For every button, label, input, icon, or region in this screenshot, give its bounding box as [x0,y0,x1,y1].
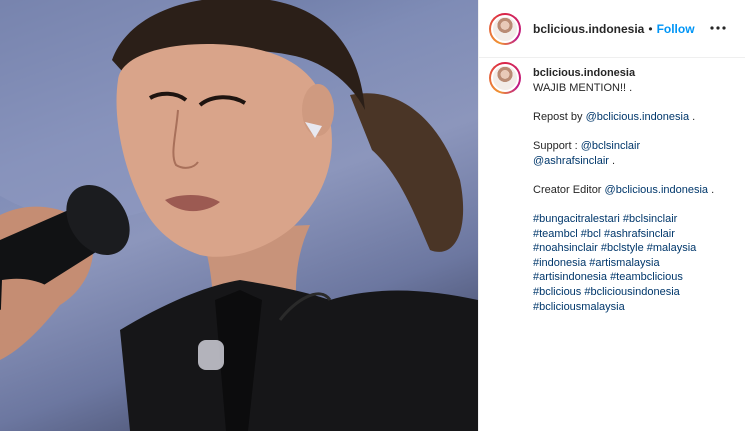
post-photo[interactable] [0,0,478,431]
hashtag-link[interactable]: #artisindonesia [533,271,607,283]
post-side-panel: bclicious.indonesia • Follow bclicious.i… [478,0,745,431]
hashtag-link[interactable]: #noahsinclair [533,242,598,254]
post-header: bclicious.indonesia • Follow [479,0,745,58]
singer-photo-illustration [0,0,478,431]
hashtags-line-2: #teambcl #bcl #ashrafsinclair [533,227,714,242]
repost-handle-link[interactable]: @bclicious.indonesia [586,111,690,123]
hashtags-line-7: #bcliciousmalaysia [533,300,714,315]
avatar[interactable] [489,12,521,45]
caption-line-1: WAJIB MENTION!! . [533,81,633,94]
caption-support-2: @ashrafsinclair . [533,154,616,167]
hashtags-line-6: #bclicious #bcliciousindonesia [533,285,714,300]
separator-dot: • [648,21,653,36]
hashtags-line-5: #artisindonesia #teambclicious [533,270,714,285]
hashtag-link[interactable]: #artismalaysia [589,257,659,269]
header-username[interactable]: bclicious.indonesia [533,22,644,36]
more-dots-icon[interactable] [708,18,728,38]
hashtag-link[interactable]: #teambcl [533,228,578,240]
hashtag-link[interactable]: #bcliciousindonesia [584,286,679,298]
hashtag-link[interactable]: #bclsinclair [623,213,677,225]
hashtag-link[interactable]: #teambclicious [610,271,683,283]
hashtags-line-4: #indonesia #artismalaysia [533,256,714,271]
hashtag-link[interactable]: #bungacitralestari [533,213,620,225]
caption-avatar[interactable] [489,62,521,94]
hashtags-line-3: #noahsinclair #bclstyle #malaysia [533,241,714,256]
instagram-post: bclicious.indonesia • Follow bclicious.i… [0,0,745,431]
hashtag-link[interactable]: #bclstyle [601,242,644,254]
caption-editor: Creator Editor @bclicious.indonesia . [533,183,715,196]
hashtag-link[interactable]: #ashrafsinclair [604,228,675,240]
caption-repost: Repost by @bclicious.indonesia . [533,110,696,123]
caption-support: Support : @bclsinclair [533,139,641,152]
editor-handle-link[interactable]: @bclicious.indonesia [605,184,709,196]
caption-text: bclicious.indonesia WAJIB MENTION!! . Re… [533,62,714,314]
caption-block: bclicious.indonesia WAJIB MENTION!! . Re… [479,58,745,314]
caption-username[interactable]: bclicious.indonesia [533,66,714,81]
hashtag-link[interactable]: #bcliciousmalaysia [533,301,625,313]
hashtag-link[interactable]: #indonesia [533,257,586,269]
support-handle-link-2[interactable]: @ashrafsinclair [533,155,609,167]
follow-button[interactable]: Follow [657,22,695,36]
hashtag-link[interactable]: #malaysia [647,242,697,254]
hashtag-link[interactable]: #bcl [581,228,601,240]
support-handle-link-1[interactable]: @bclsinclair [581,140,640,152]
hashtags-line-1: #bungacitralestari #bclsinclair [533,212,714,227]
hashtag-link[interactable]: #bclicious [533,286,581,298]
